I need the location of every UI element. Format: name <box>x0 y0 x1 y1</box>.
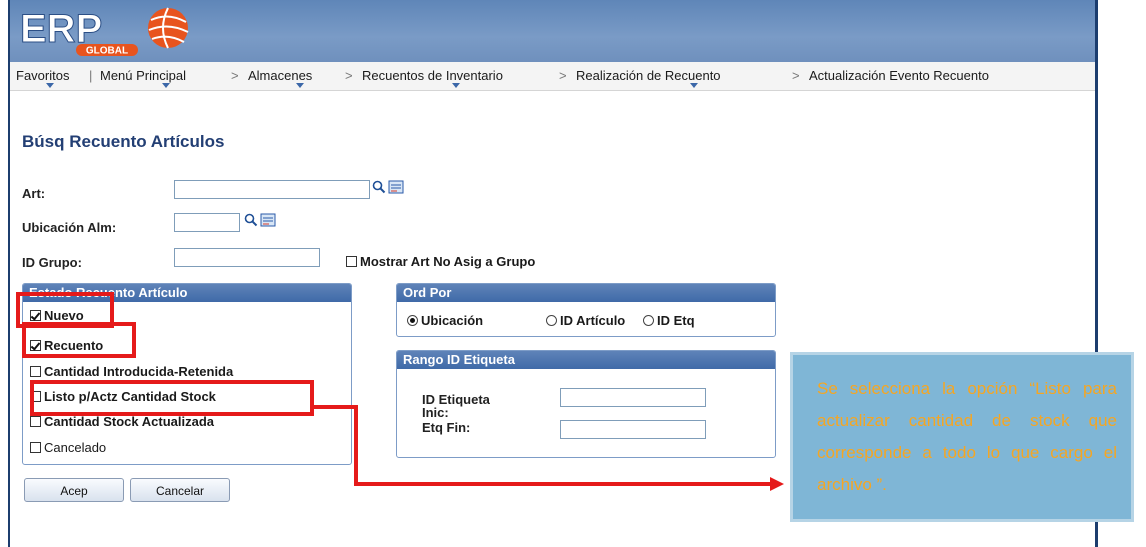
annotation-callout: Se selecciona la opción “Listo para actu… <box>790 352 1134 522</box>
callout-text: Se selecciona la opción “Listo para actu… <box>817 379 1117 494</box>
